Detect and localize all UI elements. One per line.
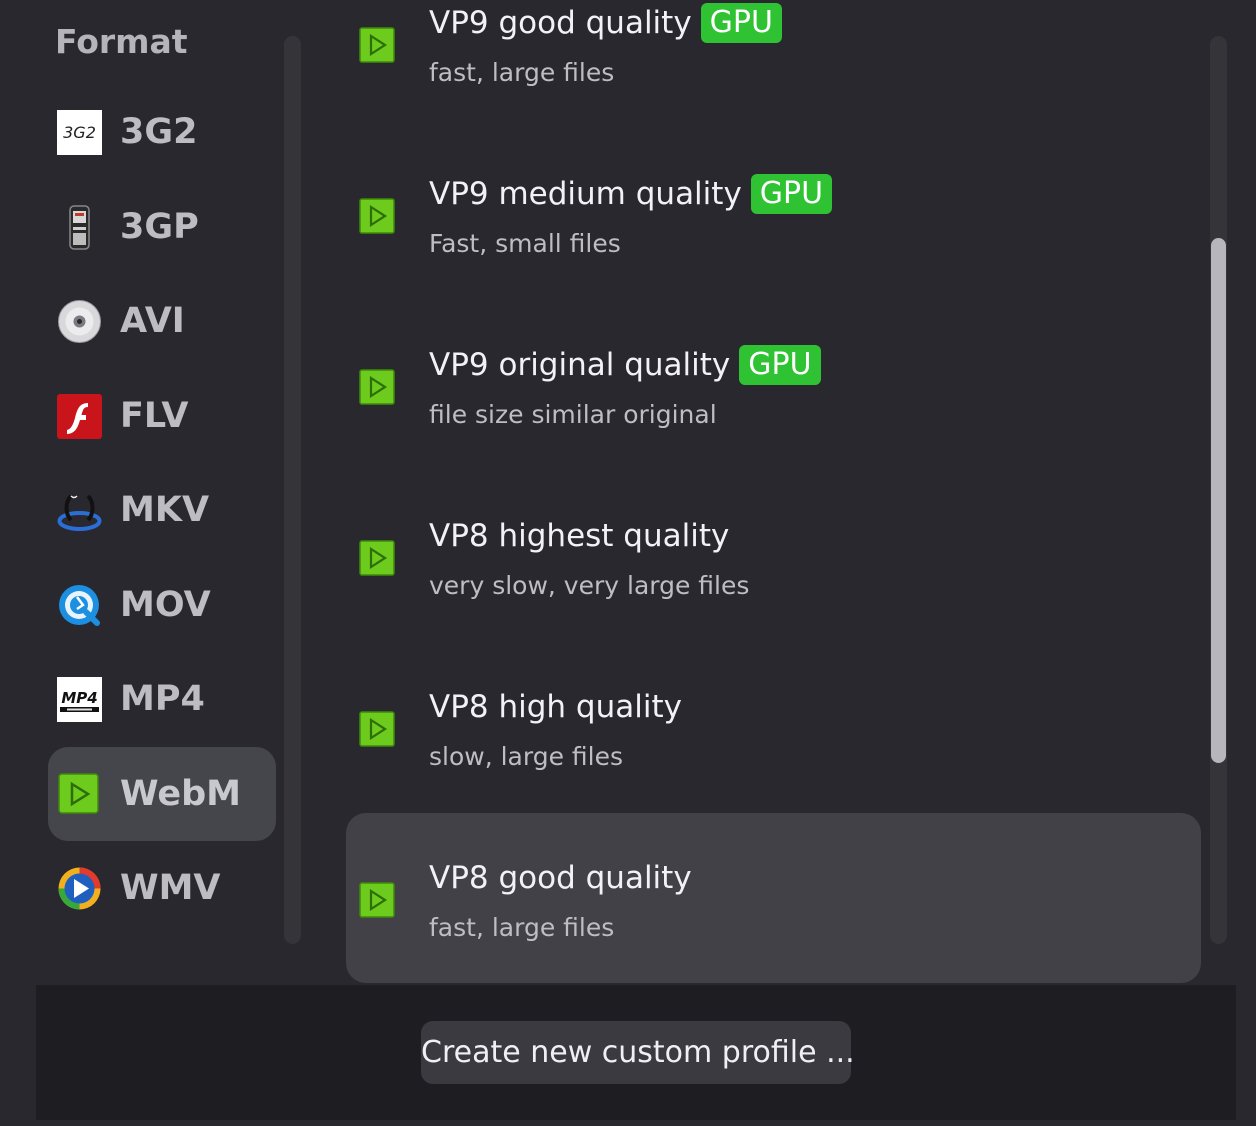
profile-name: VP8 high quality bbox=[429, 689, 682, 725]
flash-icon bbox=[57, 394, 102, 439]
profile-list: VP9 good quality GPU fast, large files VP… bbox=[300, 0, 1256, 985]
profile-description: slow, large files bbox=[429, 742, 624, 771]
profile-list-scroll-thumb[interactable] bbox=[1211, 238, 1226, 763]
profile-item-selected[interactable]: VP8 good quality fast, large files bbox=[346, 813, 1201, 983]
webm-icon bbox=[359, 540, 395, 576]
profile-description: fast, large files bbox=[429, 58, 615, 87]
format-label: MOV bbox=[120, 585, 211, 625]
webm-icon bbox=[359, 882, 395, 918]
format-label: 3GP bbox=[120, 207, 199, 247]
create-custom-profile-button[interactable]: Create new custom profile ... bbox=[421, 1021, 855, 1084]
profile-name: VP9 original quality bbox=[429, 347, 731, 383]
windows-media-icon bbox=[57, 866, 102, 911]
webm-icon bbox=[359, 27, 395, 63]
webm-icon bbox=[359, 369, 395, 405]
mp4-icon-text: MP4 bbox=[61, 689, 97, 707]
format-item-avi[interactable]: AVI bbox=[48, 274, 276, 368]
profile-item[interactable]: VP8 high quality slow, large files bbox=[346, 642, 1201, 812]
profile-name: VP8 highest quality bbox=[429, 518, 730, 554]
format-label: WMV bbox=[120, 868, 221, 908]
format-label: FLV bbox=[120, 396, 189, 436]
format-sidebar: Format 3G2 3G2 3GP AVI FLV MKV MOV MP4 M… bbox=[0, 0, 301, 985]
format-label: MKV bbox=[120, 490, 210, 530]
gpu-badge: GPU bbox=[739, 345, 821, 385]
profile-item[interactable]: VP9 good quality GPU fast, large files bbox=[346, 0, 1201, 128]
webm-icon bbox=[359, 711, 395, 747]
format-title: Format bbox=[55, 22, 188, 61]
profile-item[interactable]: VP9 medium quality GPU Fast, small files bbox=[346, 129, 1201, 299]
gpu-badge: GPU bbox=[750, 174, 833, 214]
format-label: 3G2 bbox=[120, 112, 198, 152]
footer-bar: Create new custom profile ... bbox=[36, 985, 1236, 1120]
profile-description: very slow, very large files bbox=[429, 571, 750, 600]
format-item-3g2[interactable]: 3G2 3G2 bbox=[48, 85, 276, 179]
profile-item[interactable]: VP8 highest quality very slow, very larg… bbox=[346, 471, 1201, 641]
quicktime-icon bbox=[57, 583, 102, 628]
mp4-icon: MP4 bbox=[57, 677, 102, 722]
format-item-webm[interactable]: WebM bbox=[48, 747, 276, 841]
format-list-scrollbar[interactable] bbox=[284, 36, 301, 944]
gpu-badge: GPU bbox=[700, 3, 782, 43]
format-item-mov[interactable]: MOV bbox=[48, 558, 276, 652]
format-label: AVI bbox=[120, 301, 185, 341]
3gp-phone-icon bbox=[57, 205, 102, 250]
webm-icon bbox=[359, 198, 395, 234]
profile-description: fast, large files bbox=[429, 913, 615, 942]
format-item-mkv[interactable]: MKV bbox=[48, 463, 276, 557]
format-label: WebM bbox=[120, 774, 241, 814]
format-item-wmv[interactable]: WMV bbox=[48, 841, 276, 935]
profile-item[interactable]: VP9 original quality GPU file size simila… bbox=[346, 300, 1201, 470]
format-item-mp4[interactable]: MP4 MP4 bbox=[48, 652, 276, 746]
profile-name: VP9 medium quality bbox=[429, 176, 742, 212]
webm-icon bbox=[57, 772, 102, 817]
profile-name: VP8 good quality bbox=[429, 860, 692, 896]
3g2-icon: 3G2 bbox=[57, 110, 102, 155]
avi-disc-icon bbox=[57, 299, 102, 344]
profile-description: Fast, small files bbox=[429, 229, 621, 258]
profile-name: VP9 good quality bbox=[429, 5, 692, 41]
format-item-flv[interactable]: FLV bbox=[48, 369, 276, 463]
3g2-icon-text: 3G2 bbox=[63, 123, 96, 142]
mkv-icon bbox=[57, 488, 102, 533]
format-item-3gp[interactable]: 3GP bbox=[48, 180, 276, 274]
profile-description: file size similar original bbox=[429, 400, 717, 429]
format-label: MP4 bbox=[120, 679, 205, 719]
